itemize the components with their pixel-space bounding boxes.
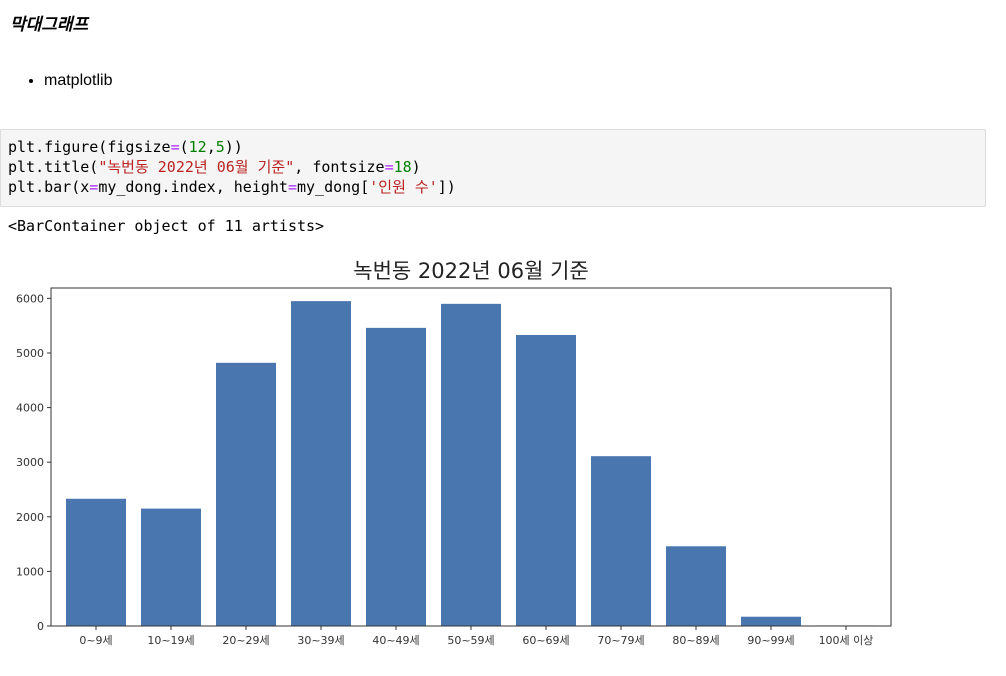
code-token: =	[384, 158, 394, 176]
y-tick-label: 3000	[16, 456, 44, 469]
code-token: )	[411, 158, 421, 176]
x-tick-label: 20~29세	[222, 634, 269, 647]
code-cell[interactable]: plt.figure(figsize=(12,5)) plt.title("녹번동…	[0, 129, 986, 207]
x-tick-label: 40~49세	[372, 634, 419, 647]
code-token: plt.title(	[8, 158, 99, 176]
y-tick-label: 0	[37, 620, 44, 633]
bullet-item-matplotlib: matplotlib	[44, 70, 112, 92]
y-tick-label: 4000	[16, 402, 44, 415]
code-line: plt.bar(x=my_dong.index, height=my_dong[…	[8, 177, 978, 197]
bar	[591, 456, 651, 626]
code-token: , fontsize	[294, 158, 385, 176]
y-tick-label: 2000	[16, 511, 44, 524]
x-tick-label: 10~19세	[147, 634, 194, 647]
code-token: "녹번동 2022년 06월 기준"	[98, 158, 295, 176]
x-tick-label: 80~89세	[672, 634, 719, 647]
code-token: 5	[215, 138, 225, 156]
y-tick-label: 5000	[16, 347, 44, 360]
x-tick-label: 60~69세	[522, 634, 569, 647]
code-token: (	[179, 138, 189, 156]
bar	[666, 546, 726, 626]
bar	[441, 303, 501, 626]
code-token: =	[89, 178, 99, 196]
code-token: my_dong[	[297, 178, 370, 196]
bar	[66, 498, 126, 626]
section-heading: 막대그래프	[10, 15, 89, 35]
y-tick-label: 6000	[16, 292, 44, 305]
bar	[141, 508, 201, 626]
code-line: plt.title("녹번동 2022년 06월 기준", fontsize=1…	[8, 157, 978, 177]
code-line: plt.figure(figsize=(12,5))	[8, 137, 978, 157]
code-token: plt.bar(x	[8, 178, 90, 196]
x-tick-label: 70~79세	[597, 634, 644, 647]
bar	[216, 362, 276, 626]
x-tick-label: 0~9세	[79, 634, 112, 647]
code-token: ))	[224, 138, 243, 156]
bar	[516, 334, 576, 626]
y-tick-label: 1000	[16, 565, 44, 578]
x-tick-label: 90~99세	[747, 634, 794, 647]
bullet-list: matplotlib	[26, 70, 112, 92]
x-tick-label: 50~59세	[447, 634, 494, 647]
x-tick-label: 30~39세	[297, 634, 344, 647]
bar-chart: 녹번동 2022년 06월 기준 0 1000 2000 3000 4000 5000 600…	[16, 259, 892, 647]
cell-output: <BarContainer object of 11 artists>	[8, 217, 325, 235]
bar	[291, 301, 351, 626]
code-token: my_dong.index, height	[98, 178, 288, 196]
code-token: 12	[188, 138, 207, 156]
code-token: 18	[393, 158, 412, 176]
code-token: ])	[437, 178, 456, 196]
code-token: =	[287, 178, 297, 196]
code-token: =	[170, 138, 180, 156]
code-token: ,	[206, 138, 216, 156]
bar	[741, 616, 801, 626]
bar	[366, 327, 426, 626]
chart-title: 녹번동 2022년 06월 기준	[353, 259, 588, 283]
x-tick-label: 100세 이상	[819, 634, 874, 647]
code-token: '인원 수'	[369, 178, 438, 196]
code-token: plt.figure(figsize	[8, 138, 171, 156]
